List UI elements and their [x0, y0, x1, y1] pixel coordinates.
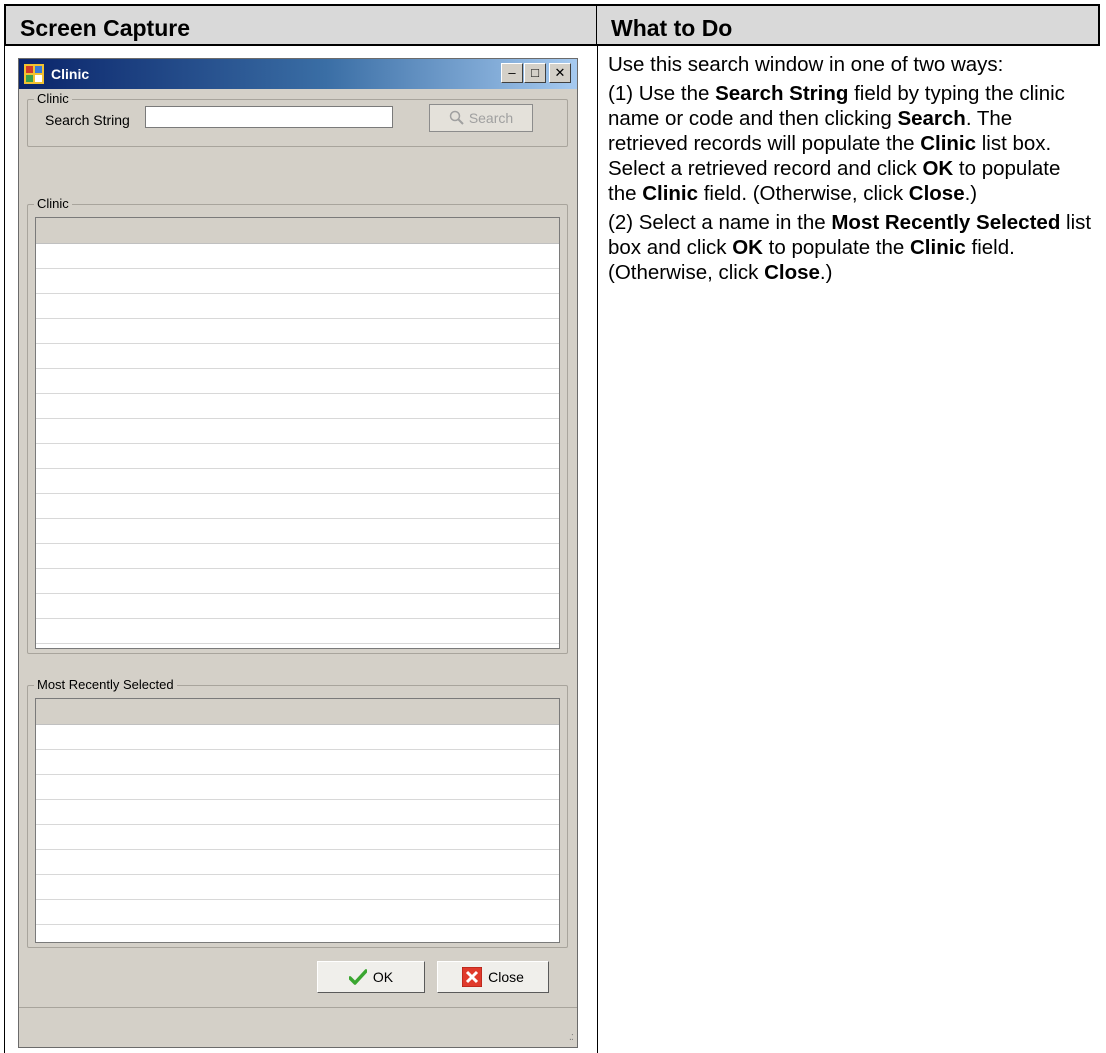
step2-bold: OK	[732, 236, 763, 259]
list-row[interactable]	[36, 494, 559, 519]
list-row[interactable]	[36, 569, 559, 594]
ok-button[interactable]: OK	[317, 961, 425, 993]
clinic-list-header	[36, 218, 559, 244]
step1-bold: OK	[922, 157, 954, 180]
list-row[interactable]	[36, 519, 559, 544]
list-row[interactable]	[36, 619, 559, 644]
table-column-divider	[597, 46, 598, 1053]
red-x-icon	[462, 967, 483, 987]
list-row[interactable]	[36, 269, 559, 294]
magnifier-icon	[449, 110, 464, 125]
window-title: Clinic	[51, 66, 90, 82]
search-button-label: Search	[468, 110, 514, 126]
search-group-label: Clinic	[34, 91, 72, 106]
step2-text: to populate the	[762, 236, 910, 259]
list-row[interactable]	[36, 544, 559, 569]
checkmark-icon	[348, 969, 367, 985]
step2-bold: Clinic	[910, 236, 966, 259]
list-row[interactable]	[36, 369, 559, 394]
list-row[interactable]	[36, 775, 559, 800]
clinic-list-label: Clinic	[34, 196, 72, 211]
close-icon[interactable]: ✕	[549, 63, 571, 83]
clinic-list[interactable]	[35, 217, 560, 649]
list-row[interactable]	[36, 319, 559, 344]
recent-list-label: Most Recently Selected	[34, 677, 177, 692]
close-button-label: Close	[488, 969, 524, 985]
step1-text: field. (Otherwise, click	[698, 182, 909, 205]
list-row[interactable]	[36, 294, 559, 319]
step1-bold: Clinic	[642, 182, 699, 205]
instructions-step2: (2) Select a name in the Most Recently S…	[608, 210, 1094, 285]
header-screen-capture-text: Screen Capture	[20, 15, 191, 41]
recent-list-header	[36, 699, 559, 725]
step1-bold: Close	[908, 182, 965, 205]
instructions-intro: Use this search window in one of two way…	[608, 53, 1004, 76]
resize-grip-icon[interactable]: .:	[569, 1031, 574, 1043]
maximize-icon[interactable]: □	[524, 63, 546, 83]
recent-list[interactable]	[35, 698, 560, 943]
search-string-label: Search String	[45, 112, 130, 128]
step2-bold: Close	[764, 261, 820, 284]
list-row[interactable]	[36, 469, 559, 494]
step2-bold: Most Recently Selected	[831, 211, 1061, 234]
list-row[interactable]	[36, 419, 559, 444]
list-row[interactable]	[36, 875, 559, 900]
ok-button-label: OK	[372, 969, 394, 985]
step1-bold: Search	[897, 107, 966, 130]
list-row[interactable]	[36, 244, 559, 269]
step1-text: .)	[964, 182, 978, 205]
minimize-icon[interactable]: –	[501, 63, 523, 83]
list-row[interactable]	[36, 394, 559, 419]
clinic-app-icon	[24, 64, 44, 84]
list-row[interactable]	[36, 900, 559, 925]
search-button[interactable]: Search	[429, 104, 533, 132]
table-left-border	[4, 46, 5, 1053]
step2-text: (2) Select a name in the	[608, 211, 832, 234]
header-what-to-do-text: What to Do	[611, 15, 733, 41]
list-row[interactable]	[36, 825, 559, 850]
list-row[interactable]	[36, 344, 559, 369]
title-bar[interactable]: Clinic – □ ✕	[19, 59, 577, 89]
step1-bold: Search String	[715, 82, 849, 105]
step2-text: .)	[819, 261, 833, 284]
step1-bold: Clinic	[920, 132, 977, 155]
instructions-step1: (1) Use the Search String field by typin…	[608, 81, 1094, 206]
step1-text: (1) Use the	[608, 82, 716, 105]
header-what-to-do: What to Do	[597, 4, 1100, 46]
search-string-input[interactable]	[145, 106, 393, 128]
status-bar-separator	[19, 1007, 577, 1008]
clinic-window: Clinic – □ ✕ Clinic Search String Search…	[18, 58, 578, 1048]
instructions: Use this search window in one of two way…	[608, 52, 1094, 289]
list-row[interactable]	[36, 800, 559, 825]
header-screen-capture: Screen Capture	[4, 4, 597, 46]
list-row[interactable]	[36, 594, 559, 619]
list-row[interactable]	[36, 850, 559, 875]
list-row[interactable]	[36, 444, 559, 469]
list-row[interactable]	[36, 725, 559, 750]
list-row[interactable]	[36, 750, 559, 775]
close-button[interactable]: Close	[437, 961, 549, 993]
